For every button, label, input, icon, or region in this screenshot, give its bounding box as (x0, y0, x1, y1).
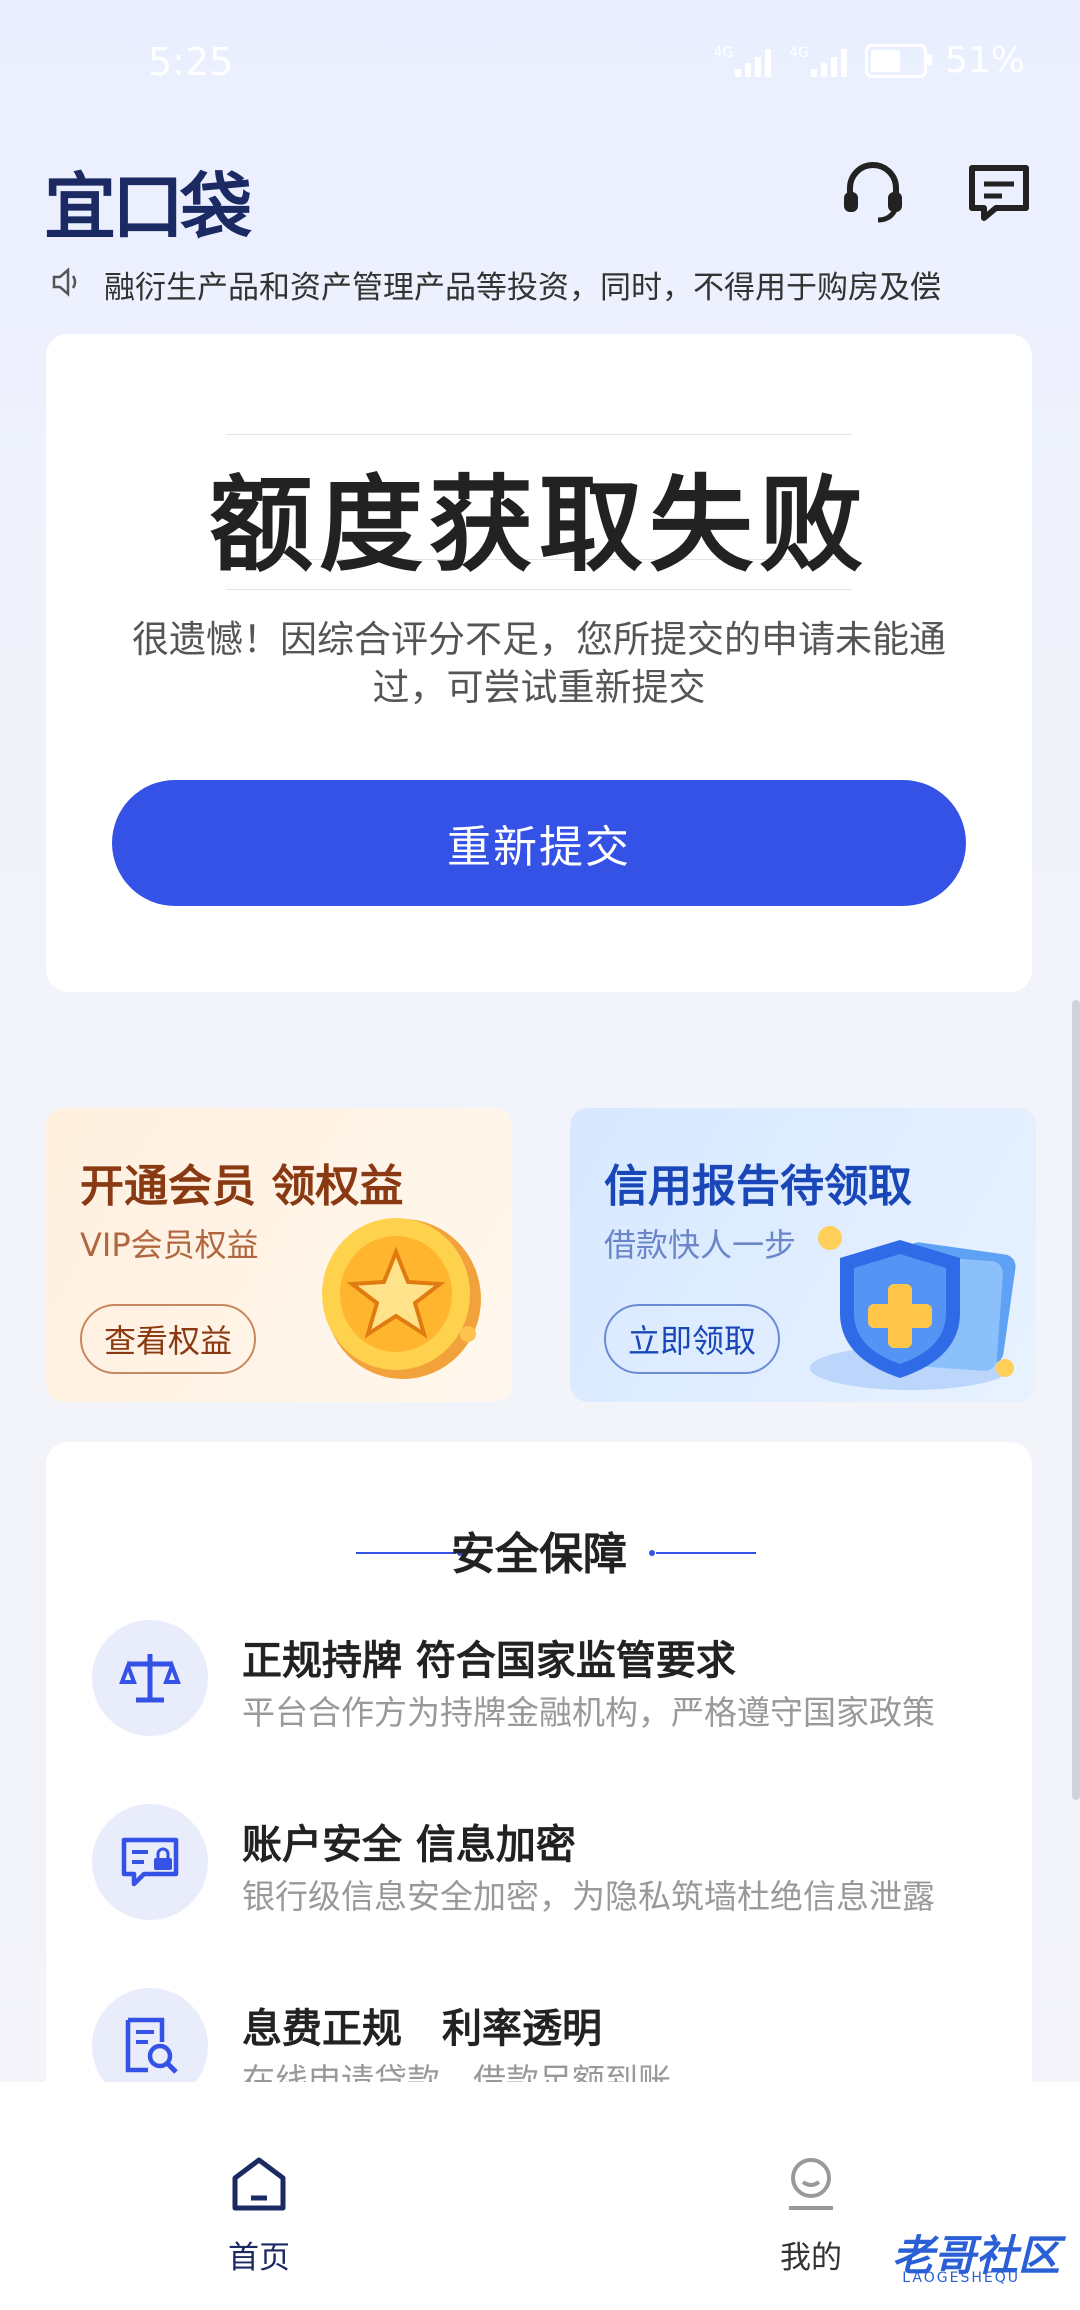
view-benefits-button[interactable]: 查看权益 (80, 1304, 257, 1374)
signal-icon: 4G (713, 44, 772, 77)
claim-now-button[interactable]: 立即领取 (604, 1304, 781, 1374)
feature-description: 银行级信息安全加密，为隐私筑墙杜绝信息泄露 (242, 1877, 935, 1916)
nav-home[interactable]: 首页 (228, 2154, 290, 2277)
credit-report-card[interactable]: 信用报告待领取 借款快人一步 立即领取 (570, 1108, 1036, 1402)
secure-message-icon (92, 1804, 208, 1920)
promo-subtitle: VIP会员权益 (80, 1226, 259, 1264)
notice-marquee[interactable]: 融衍生产品和资产管理产品等投资，同时，不得用于购房及偿 (50, 260, 1040, 308)
speaker-icon (50, 265, 84, 303)
status-right: 4G 4G 51% (713, 40, 1025, 81)
safety-title: 安全保障 (451, 1529, 627, 1580)
network-type-2: 4G (789, 44, 809, 61)
app-logo: 宜口袋 (44, 165, 252, 249)
battery-percent: 51% (944, 40, 1025, 81)
nav-mine[interactable]: 我的 (780, 2154, 842, 2277)
status-bar: 5:25 4G 4G 51% (0, 0, 1080, 120)
notice-text: 融衍生产品和资产管理产品等投资，同时，不得用于购房及偿 (104, 269, 941, 306)
message-icon[interactable] (964, 158, 1034, 228)
promo-title: 信用报告待领取 (604, 1161, 912, 1212)
divider (226, 434, 852, 435)
result-card: 额度获取失败 很遗憾！因综合评分不足，您所提交的申请未能通过，可尝试重新提交 重… (46, 334, 1032, 992)
status-time: 5:25 (148, 40, 234, 84)
network-type: 4G (713, 44, 734, 61)
feature-description: 平台合作方为持牌金融机构，严格遵守国家政策 (242, 1693, 935, 1732)
headset-icon[interactable] (838, 158, 908, 228)
vip-promo-card[interactable]: 开通会员 领权益 VIP会员权益 查看权益 (46, 1108, 512, 1402)
profile-icon (781, 2154, 841, 2218)
promo-subtitle: 借款快人一步 (604, 1226, 797, 1264)
battery-icon (864, 43, 932, 78)
feature-title: 账户安全 信息加密 (242, 1822, 576, 1868)
safety-card: 安全保障 正规持牌 符合国家监管要求 平台合作方为持牌金融机构，严格遵守国家政策… (46, 1442, 1032, 2162)
feature-title: 正规持牌 符合国家监管要求 (242, 1638, 736, 1684)
resubmit-button[interactable]: 重新提交 (112, 780, 966, 906)
result-title: 额度获取失败 (208, 464, 869, 586)
star-coin-icon (283, 1204, 488, 1388)
feature-title: 息费正规 利率透明 (242, 2006, 602, 2052)
nav-mine-label: 我的 (780, 2240, 842, 2276)
result-description: 很遗憾！因综合评分不足，您所提交的申请未能通过，可尝试重新提交 (132, 618, 946, 709)
scale-icon (92, 1620, 208, 1736)
scrollbar[interactable] (1072, 1000, 1080, 1800)
title-decoration (646, 1541, 756, 1556)
watermark-sub: LAOGESHEQU (902, 2270, 1020, 2286)
home-icon (229, 2154, 289, 2218)
nav-home-label: 首页 (228, 2240, 290, 2276)
signal-icon-2: 4G (789, 45, 847, 77)
shield-icon (800, 1218, 1030, 1402)
